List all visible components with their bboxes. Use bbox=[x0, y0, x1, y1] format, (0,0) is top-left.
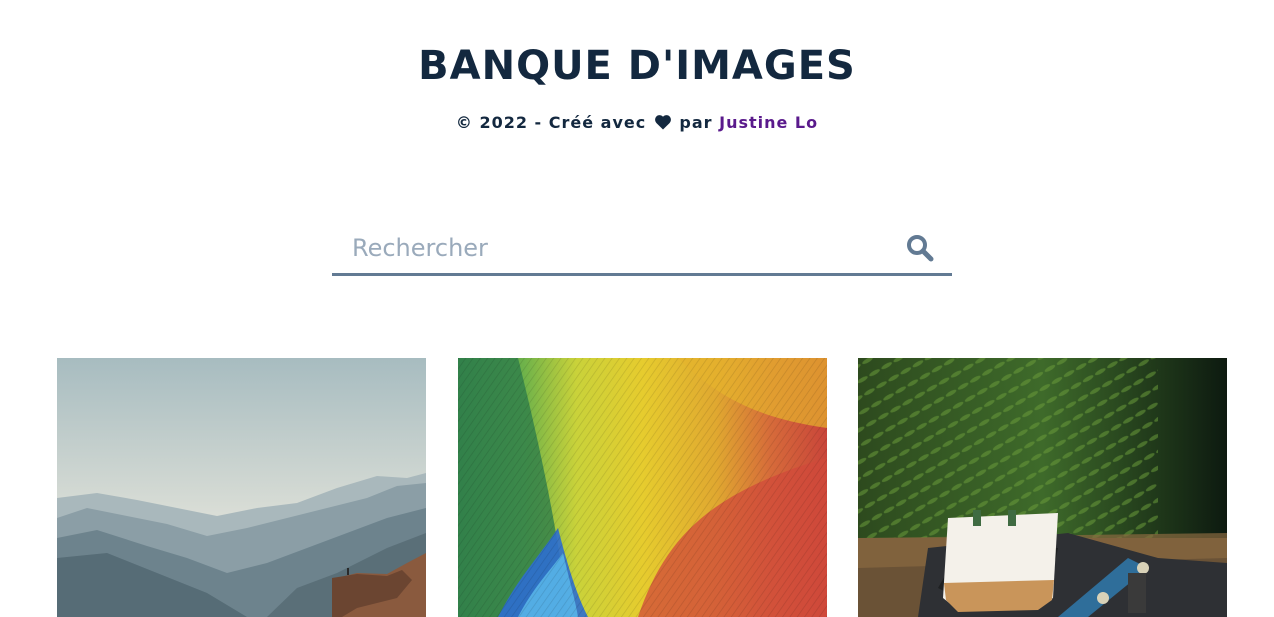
search-input[interactable] bbox=[332, 224, 892, 272]
page-title: BANQUE D'IMAGES bbox=[418, 43, 856, 89]
page: BANQUE D'IMAGES © 2022 - Créé avec par J… bbox=[0, 0, 1274, 617]
heart-icon bbox=[654, 113, 671, 137]
gallery-image-tote-bag[interactable] bbox=[858, 358, 1227, 617]
gallery-image-feathers[interactable] bbox=[458, 358, 827, 617]
search-button[interactable] bbox=[906, 234, 934, 262]
credit-prefix: © 2022 - Créé avec bbox=[455, 113, 647, 132]
credit-line: © 2022 - Créé avec par Justine Lo bbox=[0, 111, 1274, 137]
search-icon bbox=[906, 235, 934, 265]
search-bar bbox=[332, 224, 952, 276]
credit-by: par bbox=[679, 113, 713, 132]
author-link[interactable]: Justine Lo bbox=[719, 113, 818, 132]
gallery-image-mountains[interactable] bbox=[57, 358, 426, 617]
